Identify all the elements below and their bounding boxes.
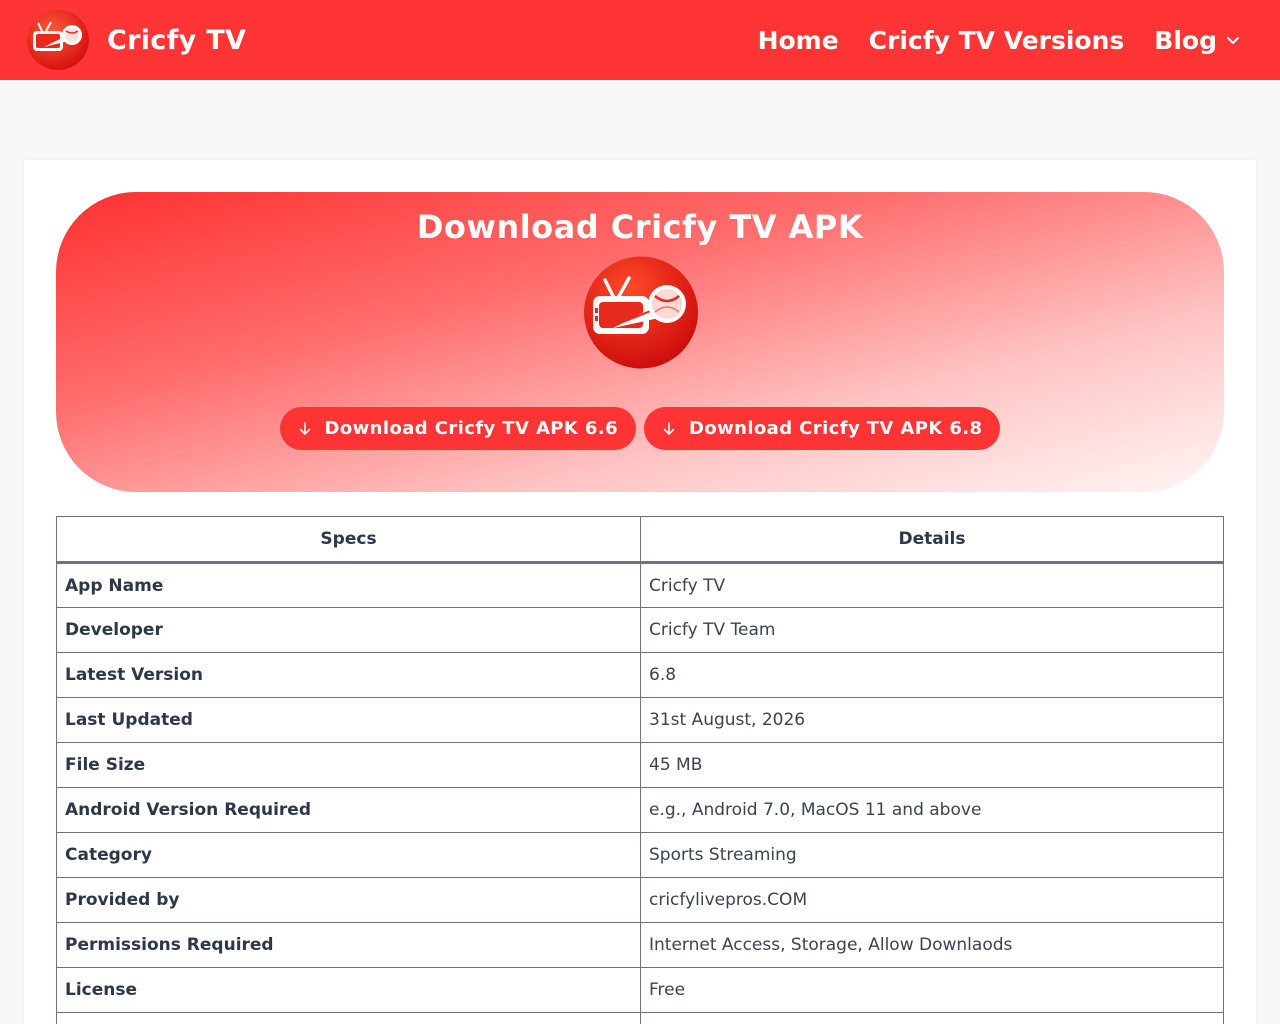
nav-cricfy-tv-versions[interactable]: Cricfy TV Versions: [869, 26, 1125, 55]
table-row: Last Updated 31st August, 2026: [56, 697, 1224, 743]
table-row: Latest Version 6.8: [56, 652, 1224, 698]
spec-value: Free: [640, 967, 1224, 1013]
spec-key: License: [56, 967, 641, 1013]
table-row: File Size 45 MB: [56, 742, 1224, 788]
spec-value: 6.8: [640, 652, 1224, 698]
spec-value: 45 MB: [640, 742, 1224, 788]
hero-title: Download Cricfy TV APK: [416, 208, 864, 246]
table-row: License Free: [56, 967, 1224, 1013]
spec-key: [56, 1012, 641, 1024]
spec-value: cricfylivepros.COM: [640, 877, 1224, 923]
download-button-row: Download Cricfy TV APK 6.6 Download Cric…: [56, 407, 1224, 450]
spec-value: Internet Access, Storage, Allow Downlaod…: [640, 922, 1224, 968]
table-row: [56, 1012, 1224, 1024]
brand-link[interactable]: Cricfy TV: [26, 9, 246, 71]
chevron-down-icon: [1227, 37, 1239, 44]
download-apk-6-6-button[interactable]: Download Cricfy TV APK 6.6: [279, 407, 636, 450]
spec-key: Developer: [56, 607, 641, 653]
download-apk-6-6-label: Download Cricfy TV APK 6.6: [324, 418, 618, 439]
table-row: Android Version Required e.g., Android 7…: [56, 787, 1224, 833]
spec-key: Latest Version: [56, 652, 641, 698]
site-header: Cricfy TV Home Cricfy TV Versions Blog: [0, 0, 1280, 80]
table-header-row: Specs Details: [56, 516, 1224, 564]
spec-key: Last Updated: [56, 697, 641, 743]
nav-blog-label: Blog: [1154, 25, 1217, 55]
spec-key: App Name: [56, 562, 641, 608]
download-apk-6-8-button[interactable]: Download Cricfy TV APK 6.8: [644, 407, 1001, 450]
spec-key: File Size: [56, 742, 641, 788]
table-row: Provided by cricfylivepros.COM: [56, 877, 1224, 923]
specs-table: Specs Details App Name Cricfy TV Develop…: [56, 516, 1224, 1024]
column-header-specs: Specs: [56, 516, 641, 564]
table-row: Permissions Required Internet Access, St…: [56, 922, 1224, 968]
table-row: Category Sports Streaming: [56, 832, 1224, 878]
table-row: App Name Cricfy TV: [56, 562, 1224, 608]
nav-home[interactable]: Home: [758, 26, 839, 55]
nav-blog[interactable]: Blog: [1154, 26, 1240, 55]
spec-value: Sports Streaming: [640, 832, 1224, 878]
cricfy-logo-icon: [27, 10, 89, 70]
column-header-details: Details: [640, 516, 1224, 564]
spec-value: e.g., Android 7.0, MacOS 11 and above: [640, 787, 1224, 833]
arrow-down-icon: [299, 421, 310, 435]
spec-value: [640, 1012, 1224, 1024]
content-card: Download Cricfy TV APK Download Cricfy T…: [24, 160, 1256, 1024]
main-nav: Home Cricfy TV Versions Blog: [728, 0, 1240, 80]
spec-value: 31st August, 2026: [640, 697, 1224, 743]
download-hero: Download Cricfy TV APK Download Cricfy T…: [56, 192, 1224, 492]
spec-key: Permissions Required: [56, 922, 641, 968]
download-apk-6-8-label: Download Cricfy TV APK 6.8: [689, 418, 983, 439]
spec-key: Provided by: [56, 877, 641, 923]
cricfy-app-logo-icon: [584, 256, 698, 369]
spec-value: Cricfy TV: [640, 562, 1224, 608]
spec-key: Android Version Required: [56, 787, 641, 833]
nav-home-label: Home: [757, 25, 839, 55]
spec-key: Category: [56, 832, 641, 878]
arrow-down-icon: [663, 421, 675, 435]
brand-name: Cricfy TV: [107, 24, 247, 56]
nav-versions-label: Cricfy TV Versions: [868, 25, 1125, 55]
table-row: Developer Cricfy TV Team: [56, 607, 1224, 653]
spec-value: Cricfy TV Team: [640, 607, 1224, 653]
